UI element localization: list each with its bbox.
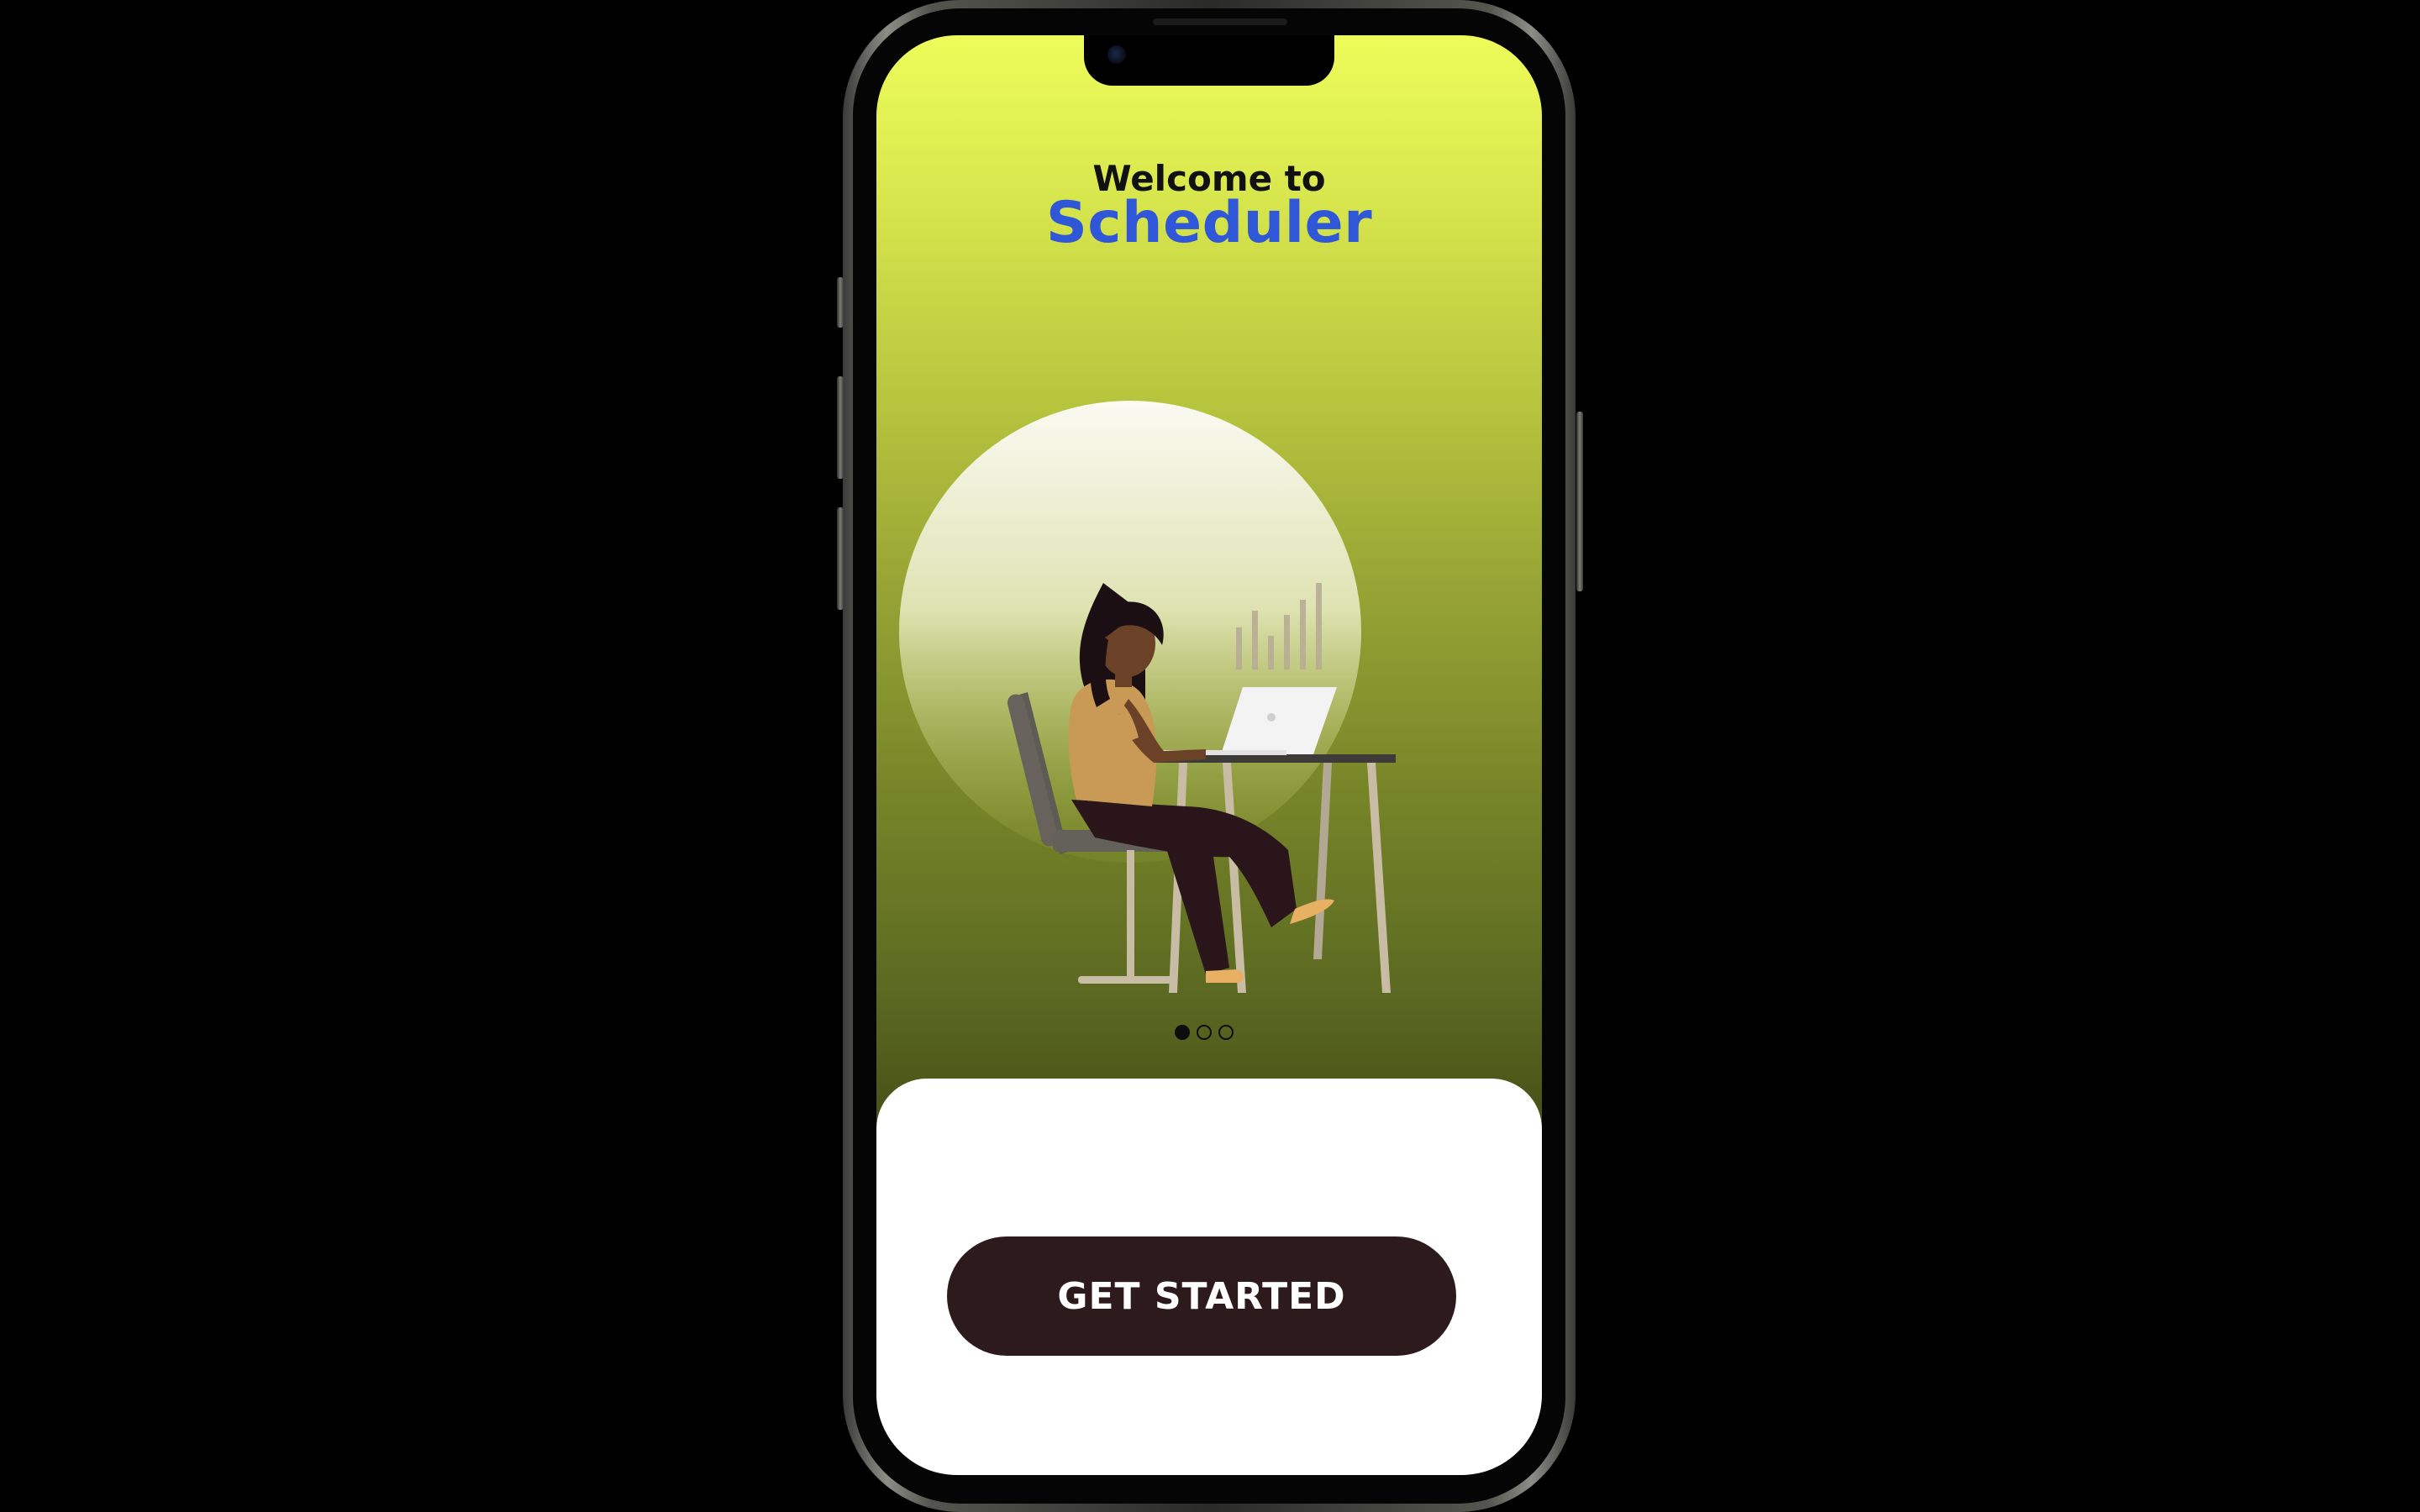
get-started-button[interactable]: GET STARTED: [947, 1236, 1456, 1356]
pagination-dot-1[interactable]: [1175, 1025, 1190, 1040]
woman-at-laptop-illustration: [899, 401, 1396, 993]
earpiece-speaker: [1153, 18, 1287, 25]
phone-screen: Welcome to Scheduler GET STARTED: [876, 35, 1542, 1475]
stage: Welcome to Scheduler GET STARTED: [0, 0, 2420, 1512]
mute-switch: [837, 277, 844, 328]
volume-up-button: [837, 376, 844, 479]
power-button: [1576, 412, 1583, 591]
app-name-title: Scheduler: [1045, 190, 1373, 256]
front-camera-icon: [1107, 45, 1126, 64]
bottom-panel: GET STARTED: [876, 1079, 1542, 1475]
volume-down-button: [837, 507, 844, 610]
pagination-dot-3[interactable]: [1218, 1025, 1234, 1040]
pagination-dot-2[interactable]: [1197, 1025, 1212, 1040]
pagination-dots: [1175, 1022, 1259, 1042]
notch: [1084, 35, 1334, 86]
